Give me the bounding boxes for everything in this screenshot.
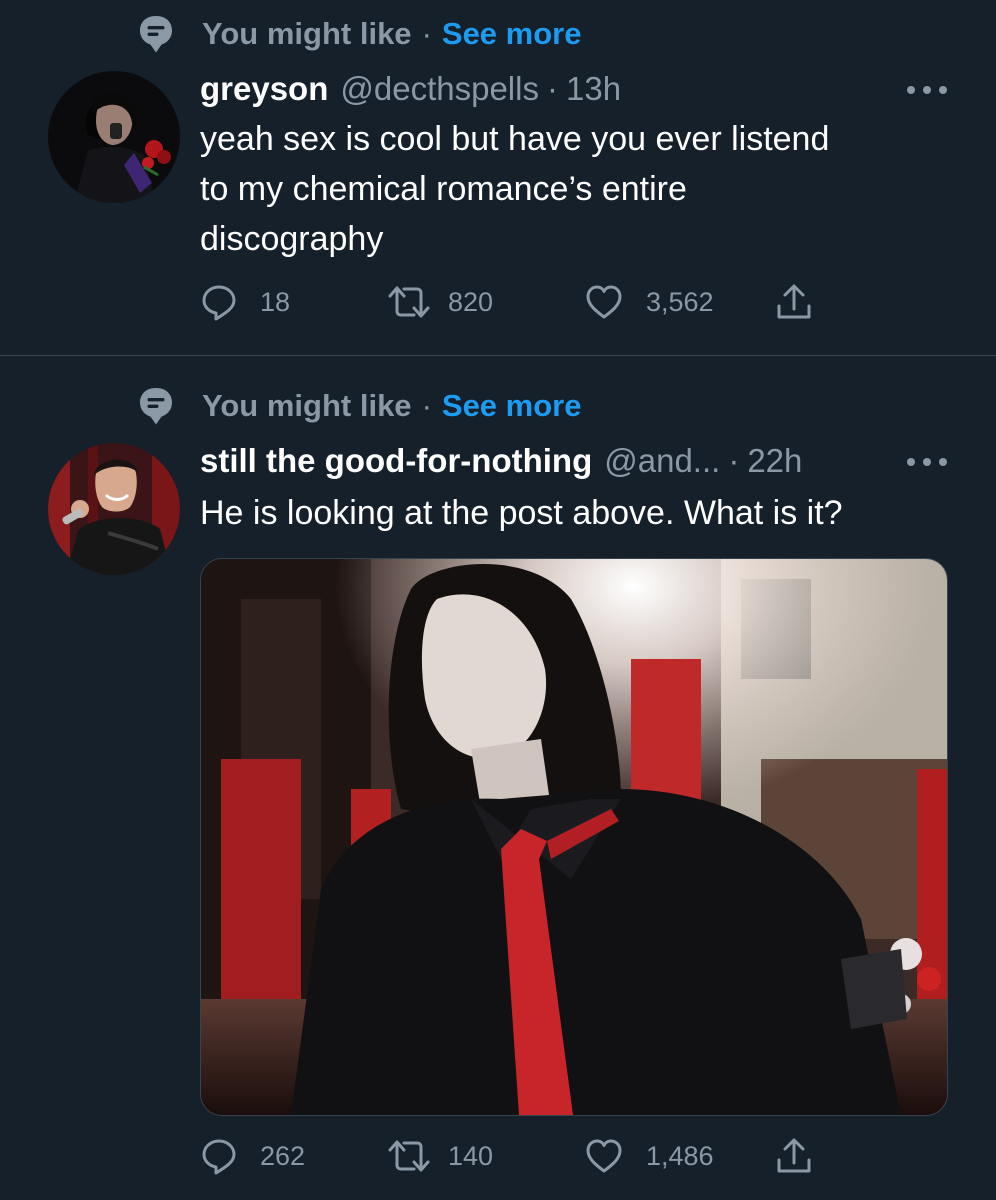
tweet-text-line: He is looking at the post above. What is… <box>200 494 843 532</box>
retweet-button[interactable]: 820 <box>386 282 493 322</box>
header-separator: · <box>728 442 740 479</box>
tweet-2[interactable]: You might like · See more still the good… <box>0 356 996 1200</box>
reply-button[interactable]: 18 <box>200 282 290 322</box>
see-more-link[interactable]: See more <box>442 388 582 424</box>
recommendation-context: You might like · See more <box>136 14 581 54</box>
display-name[interactable]: still the good-for-nothing <box>200 442 592 480</box>
reply-count: 18 <box>260 286 291 317</box>
context-label: You might like <box>202 388 412 423</box>
retweet-icon <box>386 1137 432 1175</box>
avatar[interactable] <box>48 443 180 575</box>
like-count: 3,562 <box>646 286 714 317</box>
timestamp[interactable]: 22h <box>747 442 802 480</box>
header-separator: · <box>546 70 558 107</box>
like-button[interactable]: 1,486 <box>584 1136 714 1176</box>
like-button[interactable]: 3,562 <box>584 282 714 322</box>
retweet-icon <box>386 283 432 321</box>
user-handle[interactable]: @and... <box>604 442 720 480</box>
tweet-text-line: yeah sex is cool but have you ever liste… <box>200 120 830 158</box>
retweet-button[interactable]: 140 <box>386 1136 493 1176</box>
share-icon <box>774 1136 814 1176</box>
context-separator: · <box>421 16 432 51</box>
share-button[interactable] <box>774 282 814 322</box>
tweet-1[interactable]: You might like · See more greyson @decth… <box>0 0 996 356</box>
tweet-text-line: discography <box>200 220 384 258</box>
like-count: 1,486 <box>646 1140 714 1171</box>
display-name[interactable]: greyson <box>200 70 328 108</box>
share-button[interactable] <box>774 1136 814 1176</box>
retweet-count: 140 <box>448 1140 494 1171</box>
tweet-actions: 262 140 1,486 <box>200 1136 840 1176</box>
reply-button[interactable]: 262 <box>200 1136 305 1176</box>
more-dots-icon[interactable] <box>904 80 950 100</box>
tweet-media-image[interactable] <box>200 558 948 1116</box>
tweet-text: He is looking at the post above. What is… <box>200 488 940 538</box>
retweet-count: 820 <box>448 286 494 317</box>
reply-icon <box>200 283 238 321</box>
tweet-text-line: to my chemical romance’s entire <box>200 170 687 208</box>
context-label: You might like <box>202 16 412 51</box>
context-separator: · <box>421 388 432 423</box>
user-handle[interactable]: @decthspells <box>340 70 539 108</box>
heart-icon <box>584 283 624 321</box>
tweet-text: yeah sex is cool but have you ever liste… <box>200 114 940 264</box>
heart-icon <box>584 1137 624 1175</box>
reply-icon <box>200 1137 238 1175</box>
share-icon <box>774 282 814 322</box>
topic-speech-bubble-icon <box>136 386 176 426</box>
tweet-header: greyson @decthspells · 13h <box>200 69 621 109</box>
tweet-header: still the good-for-nothing @and... · 22h <box>200 441 802 481</box>
recommendation-context: You might like · See more <box>136 386 581 426</box>
see-more-link[interactable]: See more <box>442 16 582 52</box>
timestamp[interactable]: 13h <box>566 70 621 108</box>
reply-count: 262 <box>260 1140 306 1171</box>
tweet-actions: 18 820 3,562 <box>200 282 840 322</box>
topic-speech-bubble-icon <box>136 14 176 54</box>
more-dots-icon[interactable] <box>904 452 950 472</box>
avatar[interactable] <box>48 71 180 203</box>
